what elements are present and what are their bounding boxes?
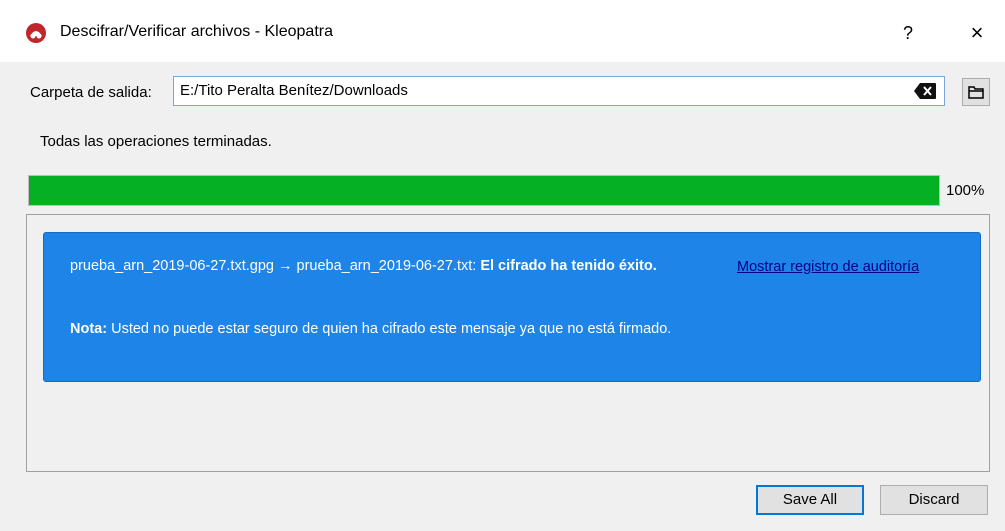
output-folder-input[interactable]: E:/Tito Peralta Benítez/Downloads (173, 76, 945, 106)
window-title: Descifrar/Verificar archivos - Kleopatra (60, 23, 333, 40)
progress-percent: 100% (946, 182, 985, 199)
save-all-button[interactable]: Save All (756, 485, 864, 515)
note-label: Nota: (70, 321, 108, 337)
result-success: El cifrado ha tenido éxito. (480, 258, 657, 274)
discard-button[interactable]: Discard (880, 485, 988, 515)
close-button[interactable]: × (962, 18, 992, 48)
result-message: prueba_arn_2019-06-27.txt.gpg → prueba_a… (70, 257, 710, 276)
progress-fill (29, 176, 939, 205)
output-folder-label: Carpeta de salida: (30, 84, 152, 101)
progress-bar (28, 175, 940, 206)
help-button[interactable]: ? (893, 18, 923, 48)
title-bar: Descifrar/Verificar archivos - Kleopatra… (0, 0, 1005, 62)
result-card: prueba_arn_2019-06-27.txt.gpg → prueba_a… (43, 232, 981, 382)
status-message: Todas las operaciones terminadas. (40, 133, 272, 150)
folder-icon (968, 86, 984, 99)
show-audit-log-link[interactable]: Mostrar registro de auditoría (737, 259, 919, 275)
kleopatra-icon (26, 23, 46, 43)
browse-folder-button[interactable] (962, 78, 990, 106)
result-files: prueba_arn_2019-06-27.txt.gpg → prueba_a… (70, 258, 477, 274)
note-text: Usted no puede estar seguro de quien ha … (111, 321, 672, 337)
backspace-icon[interactable] (913, 82, 937, 100)
result-note: Nota: Usted no puede estar seguro de qui… (70, 320, 710, 339)
